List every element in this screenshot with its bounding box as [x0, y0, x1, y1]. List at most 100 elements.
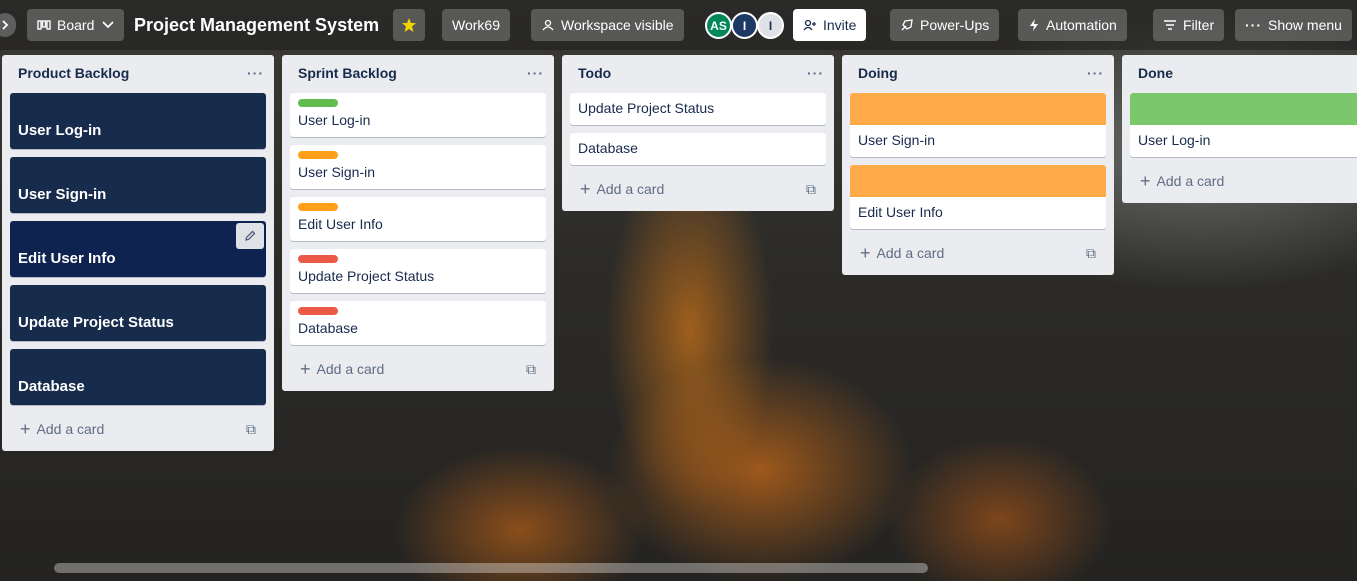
- chevron-right-icon: [2, 20, 9, 30]
- card-label[interactable]: [298, 307, 338, 315]
- card-title: Update Project Status: [298, 268, 435, 284]
- card-title: User Log-in: [298, 112, 371, 128]
- avatar[interactable]: I: [731, 12, 758, 39]
- list-header: Done: [1122, 55, 1357, 91]
- card-title: User Log-in: [1138, 132, 1211, 148]
- pencil-icon: [245, 230, 256, 241]
- plus-icon: +: [860, 243, 871, 263]
- automation-label: Automation: [1046, 17, 1117, 33]
- workspace-button[interactable]: Work69: [442, 9, 510, 41]
- card-label[interactable]: [298, 255, 338, 263]
- show-menu-label: Show menu: [1268, 17, 1342, 33]
- list-header: Todo ···: [562, 55, 834, 91]
- list-card[interactable]: Update Project Status: [290, 249, 546, 293]
- add-card-button[interactable]: + Add a card: [850, 239, 944, 267]
- add-card-label: Add a card: [316, 361, 385, 377]
- card-title: User Sign-in: [298, 164, 376, 180]
- list-title[interactable]: Sprint Backlog: [298, 65, 397, 81]
- rocket-icon: [900, 18, 914, 32]
- list-card[interactable]: User Log-in: [10, 93, 266, 149]
- add-card-button[interactable]: + Add a card: [570, 175, 664, 203]
- show-menu-button[interactable]: ··· Show menu: [1235, 9, 1352, 41]
- list-card[interactable]: Database: [290, 301, 546, 345]
- template-icon[interactable]: ⧉: [526, 361, 536, 378]
- card-title: User Sign-in: [858, 132, 936, 148]
- card-title: Edit User Info: [298, 216, 383, 232]
- plus-icon: +: [580, 179, 591, 199]
- chevron-down-icon: [102, 21, 114, 29]
- star-button[interactable]: [393, 9, 425, 41]
- list-menu-icon[interactable]: ···: [1087, 65, 1104, 81]
- list-card[interactable]: Database: [10, 349, 266, 405]
- card-title: Edit User Info: [858, 204, 943, 220]
- collapse-sidebar-button[interactable]: [0, 13, 16, 37]
- list-card[interactable]: Edit User Info: [10, 221, 266, 277]
- add-card-button[interactable]: + Add a card: [1130, 167, 1224, 195]
- list-title[interactable]: Doing: [858, 65, 898, 81]
- people-icon: [541, 19, 555, 31]
- list-doing: Doing ··· User Sign-in Edit User Info + A…: [842, 55, 1114, 275]
- add-card-button[interactable]: + Add a card: [10, 415, 104, 443]
- card-edit-button[interactable]: [236, 223, 264, 249]
- powerups-button[interactable]: Power-Ups: [890, 9, 1000, 41]
- person-add-icon: [803, 19, 817, 31]
- filter-button[interactable]: Filter: [1153, 9, 1225, 41]
- list-card[interactable]: User Sign-in: [290, 145, 546, 189]
- card-title: Database: [18, 378, 85, 395]
- list-done: Done User Log-in + Add a card: [1122, 55, 1357, 203]
- add-card-label: Add a card: [36, 421, 105, 437]
- invite-button[interactable]: Invite: [793, 9, 867, 41]
- board-view-switcher[interactable]: Board: [27, 9, 125, 41]
- automation-button[interactable]: Automation: [1018, 9, 1127, 41]
- add-card-label: Add a card: [596, 181, 665, 197]
- add-card-button[interactable]: + Add a card: [290, 355, 384, 383]
- list-menu-icon[interactable]: ···: [527, 65, 544, 81]
- avatar[interactable]: AS: [705, 12, 732, 39]
- card-label[interactable]: [298, 99, 338, 107]
- filter-label: Filter: [1183, 17, 1215, 33]
- card-title: Database: [578, 140, 638, 156]
- card-cover: [850, 93, 1106, 125]
- list-header: Product Backlog ···: [2, 55, 274, 91]
- card-label[interactable]: [298, 151, 338, 159]
- visibility-label: Workspace visible: [561, 17, 674, 33]
- list-card[interactable]: Update Project Status: [10, 285, 266, 341]
- avatar[interactable]: I: [757, 12, 784, 39]
- filter-icon: [1163, 19, 1177, 31]
- list-card[interactable]: Update Project Status: [570, 93, 826, 125]
- list-card[interactable]: User Log-in: [1130, 93, 1357, 157]
- card-label[interactable]: [298, 203, 338, 211]
- board-title[interactable]: Project Management System: [134, 9, 379, 41]
- powerups-label: Power-Ups: [920, 17, 990, 33]
- list-product-backlog: Product Backlog ··· User Log-in User Sig…: [2, 55, 274, 451]
- list-title[interactable]: Done: [1138, 65, 1173, 81]
- card-title: Update Project Status: [18, 314, 174, 331]
- list-title[interactable]: Product Backlog: [18, 65, 129, 81]
- list-card[interactable]: Edit User Info: [850, 165, 1106, 229]
- template-icon[interactable]: ⧉: [806, 181, 816, 198]
- card-title: Edit User Info: [18, 250, 116, 267]
- board-horizontal-scrollbar[interactable]: [54, 563, 928, 573]
- list-menu-icon[interactable]: ···: [807, 65, 824, 81]
- list-card[interactable]: Database: [570, 133, 826, 165]
- list-card[interactable]: Edit User Info: [290, 197, 546, 241]
- plus-icon: +: [300, 359, 311, 379]
- card-title: User Log-in: [18, 122, 102, 139]
- board-icon: [37, 19, 51, 31]
- board-view-label: Board: [57, 17, 95, 33]
- plus-icon: +: [20, 419, 31, 439]
- card-title: User Sign-in: [18, 186, 107, 203]
- list-sprint-backlog: Sprint Backlog ··· User Log-in User Sign…: [282, 55, 554, 391]
- list-title[interactable]: Todo: [578, 65, 611, 81]
- list-menu-icon[interactable]: ···: [247, 65, 264, 81]
- add-card-label: Add a card: [876, 245, 945, 261]
- template-icon[interactable]: ⧉: [246, 421, 256, 438]
- list-card[interactable]: User Sign-in: [850, 93, 1106, 157]
- card-cover: [1130, 93, 1357, 125]
- list-card[interactable]: User Log-in: [290, 93, 546, 137]
- template-icon[interactable]: ⧉: [1086, 245, 1096, 262]
- list-card[interactable]: User Sign-in: [10, 157, 266, 213]
- list-header: Doing ···: [842, 55, 1114, 91]
- visibility-button[interactable]: Workspace visible: [531, 9, 684, 41]
- card-title: Database: [298, 320, 358, 336]
